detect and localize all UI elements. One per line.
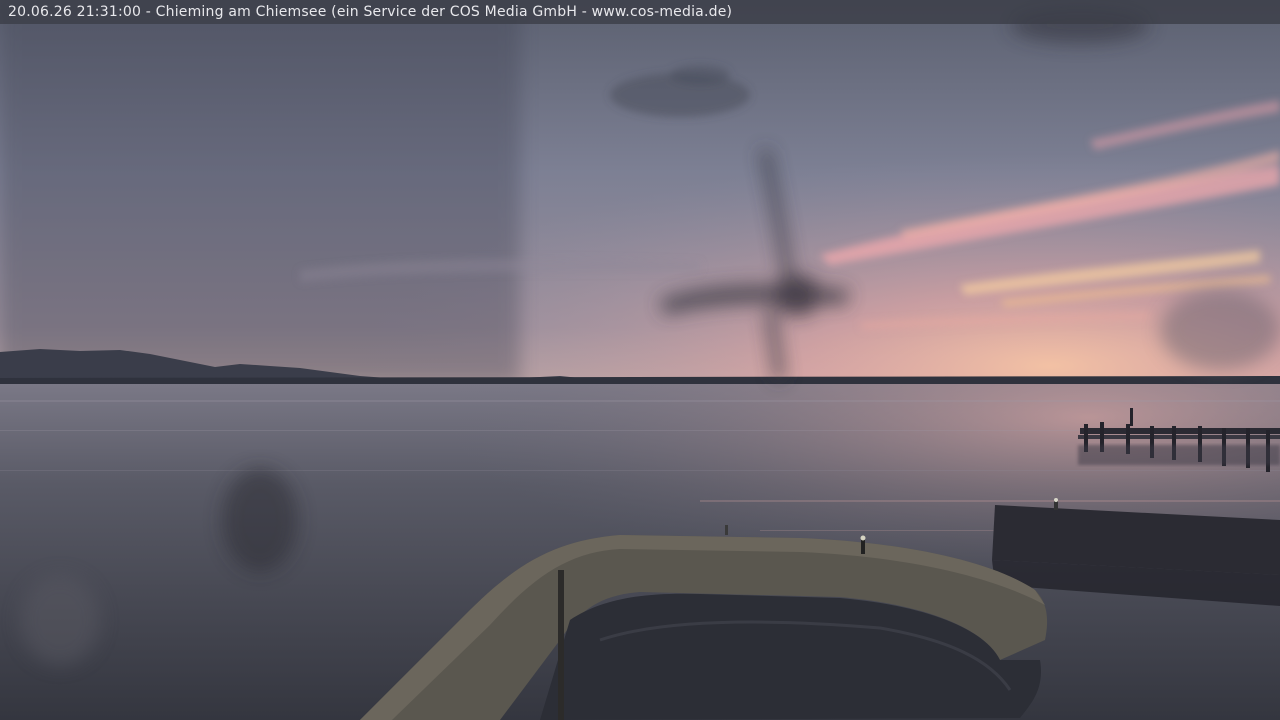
timestamp-caption-bar: 20.06.26 21:31:00 - Chieming am Chiemsee… — [0, 0, 1280, 24]
webcam-image: 20.06.26 21:31:00 - Chieming am Chiemsee… — [0, 0, 1280, 720]
timestamp: 20.06.26 21:31:00 — [8, 4, 142, 20]
caption-separator: - — [141, 4, 156, 20]
location-caption: Chieming am Chiemsee (ein Service der CO… — [155, 4, 733, 20]
